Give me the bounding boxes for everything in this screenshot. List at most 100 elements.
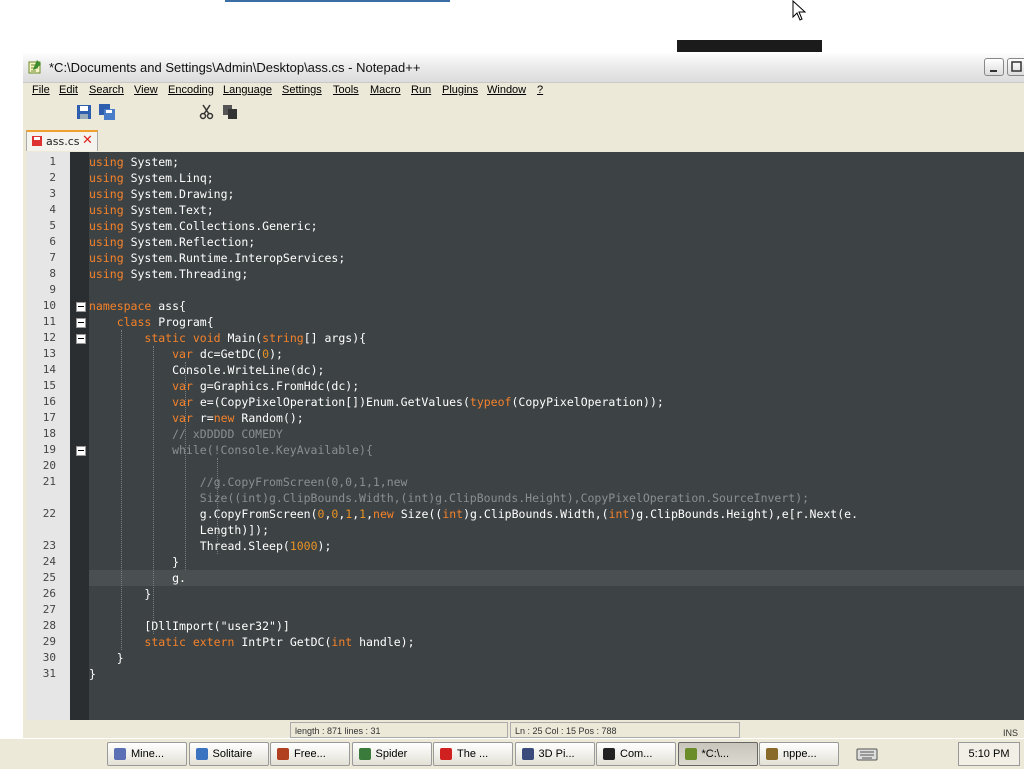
save-all-icon[interactable] bbox=[99, 104, 115, 120]
line-number: 26 bbox=[42, 587, 56, 600]
tab-label: ass.cs bbox=[46, 135, 80, 148]
fold-toggle-icon[interactable] bbox=[76, 318, 86, 328]
hearts-icon bbox=[440, 748, 452, 760]
line-number: 29 bbox=[42, 635, 56, 648]
code-line: var e=(CopyPixelOperation[])Enum.GetValu… bbox=[172, 395, 664, 409]
toolbar bbox=[23, 100, 1024, 126]
notepadpp-app-icon bbox=[28, 60, 41, 74]
code-line: using System; bbox=[89, 155, 180, 169]
taskbar-item-label: The ... bbox=[457, 748, 489, 760]
taskbar-item-label: Free... bbox=[294, 748, 326, 760]
line-number: 9 bbox=[49, 283, 56, 296]
line-number: 23 bbox=[42, 539, 56, 552]
taskbar-item-label: *C:\... bbox=[701, 748, 730, 760]
copy-icon[interactable] bbox=[222, 104, 238, 120]
taskbar-clock[interactable]: 5:10 PM bbox=[958, 742, 1020, 766]
menu-settings[interactable]: Settings bbox=[282, 84, 322, 96]
line-number: 31 bbox=[42, 667, 56, 680]
line-number: 3 bbox=[49, 187, 56, 200]
taskbar-item[interactable]: 3D Pi... bbox=[514, 742, 595, 766]
code-line: using System.Linq; bbox=[89, 171, 214, 185]
menu-language[interactable]: Language bbox=[223, 84, 272, 96]
save-icon[interactable] bbox=[76, 104, 92, 120]
code-line: } bbox=[89, 555, 180, 569]
menu-help[interactable]: ? bbox=[537, 84, 543, 96]
indent-guide bbox=[153, 346, 154, 634]
code-line: var dc=GetDC(0); bbox=[172, 347, 283, 361]
menu-run[interactable]: Run bbox=[411, 84, 431, 96]
mouse-cursor-icon bbox=[792, 0, 807, 21]
code-line: [DllImport("user32")] bbox=[89, 619, 290, 633]
indent-guide bbox=[121, 330, 122, 650]
taskbar-item[interactable]: Mine... bbox=[107, 742, 187, 766]
line-number: 22 bbox=[42, 507, 56, 520]
command-prompt-icon bbox=[603, 748, 615, 760]
code-line: using System.Runtime.InteropServices; bbox=[89, 251, 346, 265]
status-length-lines: length : 871 lines : 31 bbox=[290, 722, 508, 738]
line-number: 20 bbox=[42, 459, 56, 472]
code-line: using System.Threading; bbox=[89, 267, 249, 281]
minimize-button[interactable] bbox=[984, 58, 1004, 76]
menu-plugins[interactable]: Plugins bbox=[442, 84, 478, 96]
tab-close-icon[interactable]: ✕ bbox=[82, 133, 93, 148]
code-line: Thread.Sleep(1000); bbox=[199, 539, 332, 553]
code-line: } bbox=[89, 651, 124, 665]
tab-bar: ass.cs ✕ bbox=[23, 126, 1024, 152]
taskbar-item-label: Mine... bbox=[131, 748, 165, 760]
window-title: *C:\Documents and Settings\Admin\Desktop… bbox=[49, 60, 421, 75]
line-number: 4 bbox=[49, 203, 56, 216]
fold-toggle-icon[interactable] bbox=[76, 446, 86, 456]
freecell-icon bbox=[277, 748, 289, 760]
unsaved-file-icon bbox=[32, 136, 42, 146]
line-number: 16 bbox=[42, 395, 56, 408]
taskbar-item-label: 3D Pi... bbox=[538, 748, 575, 760]
line-number: 28 bbox=[42, 619, 56, 632]
title-bar[interactable]: *C:\Documents and Settings\Admin\Desktop… bbox=[23, 52, 1024, 83]
taskbar-item[interactable]: Free... bbox=[270, 742, 350, 766]
tab-ass-cs[interactable]: ass.cs ✕ bbox=[26, 130, 98, 151]
code-line: namespace ass{ bbox=[89, 299, 186, 313]
line-number-gutter: 1 2 3 4 5 6 7 8 9 10 11 12 13 14 15 16 17 18 19 20 21 22 23 24 2… bbox=[27, 152, 70, 720]
cut-icon[interactable] bbox=[199, 104, 215, 120]
line-number: 14 bbox=[42, 363, 56, 376]
menu-edit[interactable]: Edit bbox=[59, 84, 78, 96]
line-number: 10 bbox=[42, 299, 56, 312]
code-line: class Program{ bbox=[116, 315, 214, 329]
menu-window[interactable]: Window bbox=[487, 84, 526, 96]
taskbar-item[interactable]: Solitaire bbox=[188, 742, 269, 766]
status-position: Ln : 25 Col : 15 Pos : 788 bbox=[510, 722, 740, 738]
taskbar-item[interactable]: The ... bbox=[433, 742, 513, 766]
line-number: 1 bbox=[49, 155, 56, 168]
taskbar-item[interactable]: Spider bbox=[351, 742, 432, 766]
menu-file[interactable]: File bbox=[32, 84, 50, 96]
taskbar-item[interactable]: nppe... bbox=[759, 742, 839, 766]
line-number: 19 bbox=[42, 443, 56, 456]
menu-search[interactable]: Search bbox=[89, 84, 124, 96]
notepadpp-window[interactable]: *C:\Documents and Settings\Admin\Desktop… bbox=[23, 52, 1024, 740]
menu-bar: File Edit Search View Encoding Language … bbox=[23, 82, 1024, 100]
menu-macro[interactable]: Macro bbox=[370, 84, 401, 96]
desktop-top-strip bbox=[225, 0, 450, 2]
minimize-icon bbox=[990, 70, 997, 72]
minesweeper-icon bbox=[114, 748, 126, 760]
line-number: 8 bbox=[49, 267, 56, 280]
spider-icon bbox=[358, 748, 371, 760]
taskbar-item[interactable]: *C:\... bbox=[677, 742, 758, 766]
maximize-button[interactable] bbox=[1007, 58, 1024, 76]
line-number: 6 bbox=[49, 235, 56, 248]
code-editor[interactable]: 1 2 3 4 5 6 7 8 9 10 11 12 13 14 15 16 17 18 19 20 21 22 23 24 2… bbox=[27, 152, 1024, 720]
menu-tools[interactable]: Tools bbox=[333, 84, 359, 96]
line-number: 15 bbox=[42, 379, 56, 392]
line-number: 13 bbox=[42, 347, 56, 360]
code-line: } bbox=[89, 667, 96, 681]
line-number: 11 bbox=[42, 315, 56, 328]
taskbar-item[interactable]: Com... bbox=[596, 742, 676, 766]
keyboard-tray-icon[interactable] bbox=[856, 745, 878, 763]
fold-toggle-icon[interactable] bbox=[76, 334, 86, 344]
menu-encoding[interactable]: Encoding bbox=[168, 84, 214, 96]
fold-toggle-icon[interactable] bbox=[76, 302, 86, 312]
solitaire-icon bbox=[195, 748, 208, 760]
pinball-icon bbox=[521, 748, 534, 760]
status-bar: length : 871 lines : 31 Ln : 25 Col : 15… bbox=[23, 720, 1024, 740]
menu-view[interactable]: View bbox=[134, 84, 158, 96]
